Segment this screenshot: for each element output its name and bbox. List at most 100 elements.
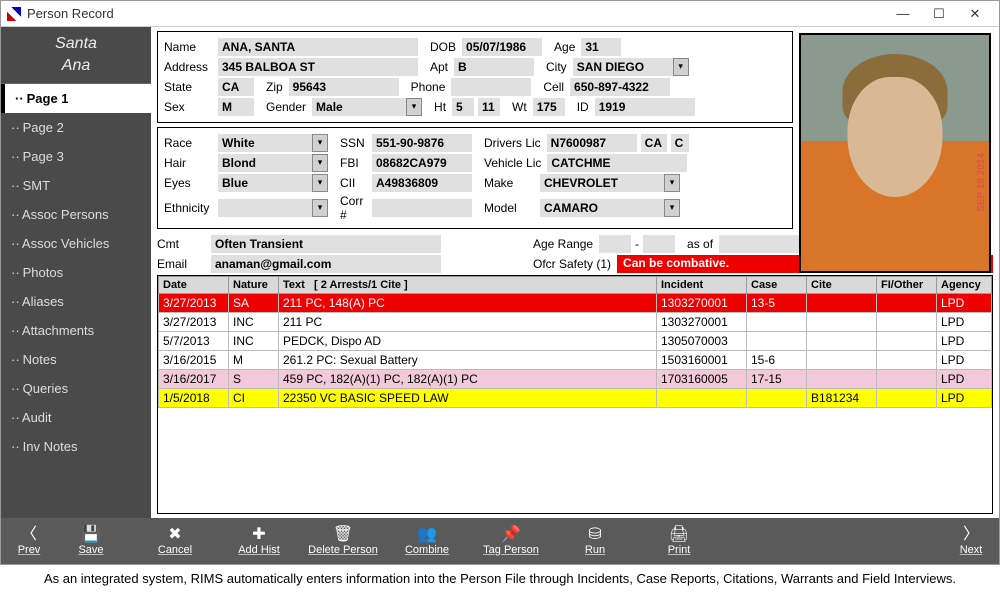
field-corr[interactable] [372,199,472,217]
field-make[interactable] [540,174,664,192]
field-model[interactable] [540,199,664,217]
label-sex: Sex [164,100,214,114]
print-icon: 🖨 [669,526,689,544]
field-city[interactable] [573,58,673,76]
field-vehicle-lic[interactable] [547,154,687,172]
app-icon [7,7,21,21]
prev-button[interactable]: 〈Prev [9,521,49,561]
city-dropdown-icon[interactable]: ▾ [673,58,689,76]
nav-item-assoc-persons[interactable]: ·· Assoc Persons [1,200,151,229]
col-agency[interactable]: Agency [937,277,992,294]
history-row[interactable]: 3/27/2013INC211 PC1303270001LPD [159,313,992,332]
field-as-of[interactable] [719,235,809,253]
minimize-button[interactable]: — [885,2,921,26]
field-age-from[interactable] [599,235,631,253]
nav-item-attachments[interactable]: ·· Attachments [1,316,151,345]
field-hair[interactable] [218,154,312,172]
nav-item-aliases[interactable]: ·· Aliases [1,287,151,316]
field-eyes[interactable] [218,174,312,192]
next-button[interactable]: 〉Next [951,521,991,561]
field-drivers-lic[interactable] [547,134,637,152]
field-age[interactable] [581,38,621,56]
make-dropdown-icon[interactable]: ▾ [664,174,680,192]
dash: - [635,237,639,251]
history-row[interactable]: 1/5/2018CI22350 VC BASIC SPEED LAWB18123… [159,389,992,408]
label-wt: Wt [504,100,529,114]
save-button[interactable]: 💾Save [49,521,133,561]
field-address[interactable] [218,58,418,76]
field-race[interactable] [218,134,312,152]
eyes-dropdown-icon[interactable]: ▾ [312,174,328,192]
label-phone: Phone [403,80,448,94]
field-ht-in[interactable] [478,98,500,116]
maximize-button[interactable]: ☐ [921,2,957,26]
col-fi[interactable]: FI/Other [877,277,937,294]
nav-item-page-1[interactable]: ·· Page 1 [1,84,151,113]
nav-item-photos[interactable]: ·· Photos [1,258,151,287]
label-gender: Gender [258,100,308,114]
field-id[interactable] [595,98,695,116]
model-dropdown-icon[interactable]: ▾ [664,199,680,217]
field-dob[interactable] [462,38,542,56]
field-ethnicity[interactable] [218,199,312,217]
field-ht-ft[interactable] [452,98,474,116]
label-model: Model [476,201,536,215]
combine-button[interactable]: 👥Combine [385,521,469,561]
delete-person-button[interactable]: 🗑Delete Person [301,521,385,561]
col-cite[interactable]: Cite [807,277,877,294]
col-text[interactable]: Text [ 2 Arrests/1 Cite ] [279,277,657,294]
tag-icon: 📌 [501,526,521,544]
col-date[interactable]: Date [159,277,229,294]
field-apt[interactable] [454,58,534,76]
tag-person-button[interactable]: 📌Tag Person [469,521,553,561]
nav-item-page-2[interactable]: ·· Page 2 [1,113,151,142]
add-hist-button[interactable]: ✚Add Hist [217,521,301,561]
field-cii[interactable] [372,174,472,192]
history-table[interactable]: Date Nature Text [ 2 Arrests/1 Cite ] In… [158,276,992,408]
field-ssn[interactable] [372,134,472,152]
field-gender[interactable] [312,98,406,116]
field-email[interactable] [211,255,441,273]
nav-item-audit[interactable]: ·· Audit [1,403,151,432]
nav-item-queries[interactable]: ·· Queries [1,374,151,403]
close-button[interactable]: ✕ [957,2,993,26]
nav-item-inv-notes[interactable]: ·· Inv Notes [1,432,151,461]
field-dl-class[interactable] [671,134,689,152]
race-dropdown-icon[interactable]: ▾ [312,134,328,152]
field-state[interactable] [218,78,254,96]
field-name[interactable] [218,38,418,56]
nav-item-notes[interactable]: ·· Notes [1,345,151,374]
mugshot-photo[interactable]: SEP 18 2014 [799,33,991,273]
chevron-right-icon: 〉 [963,526,979,544]
label-corr: Corr # [332,194,368,222]
label-eyes: Eyes [164,176,214,190]
hair-dropdown-icon[interactable]: ▾ [312,154,328,172]
field-cmt[interactable] [211,235,441,253]
label-city: City [538,60,569,74]
nav-item-assoc-vehicles[interactable]: ·· Assoc Vehicles [1,229,151,258]
col-incident[interactable]: Incident [657,277,747,294]
cancel-button[interactable]: ✖Cancel [133,521,217,561]
gender-dropdown-icon[interactable]: ▾ [406,98,422,116]
label-ofcr-safety: Ofcr Safety (1) [525,257,613,271]
nav-item-page-3[interactable]: ·· Page 3 [1,142,151,171]
nav-item-smt[interactable]: ·· SMT [1,171,151,200]
field-phone[interactable] [451,78,531,96]
history-row[interactable]: 3/27/2013SA211 PC, 148(A) PC130327000113… [159,294,992,313]
ethnicity-dropdown-icon[interactable]: ▾ [312,199,328,217]
col-case[interactable]: Case [747,277,807,294]
col-nature[interactable]: Nature [229,277,279,294]
field-zip[interactable] [289,78,399,96]
field-cell[interactable] [570,78,670,96]
field-wt[interactable] [533,98,565,116]
field-sex[interactable] [218,98,254,116]
history-row[interactable]: 3/16/2015M261.2 PC: Sexual Battery150316… [159,351,992,370]
run-button[interactable]: ⛁Run [553,521,637,561]
field-fbi[interactable] [372,154,472,172]
history-row[interactable]: 5/7/2013INCPEDCK, Dispo AD1305070003LPD [159,332,992,351]
field-age-to[interactable] [643,235,675,253]
label-vehicle-lic: Vehicle Lic [476,156,543,170]
history-row[interactable]: 3/16/2017S459 PC, 182(A)(1) PC, 182(A)(1… [159,370,992,389]
field-dl-state[interactable] [641,134,667,152]
print-button[interactable]: 🖨Print [637,521,721,561]
